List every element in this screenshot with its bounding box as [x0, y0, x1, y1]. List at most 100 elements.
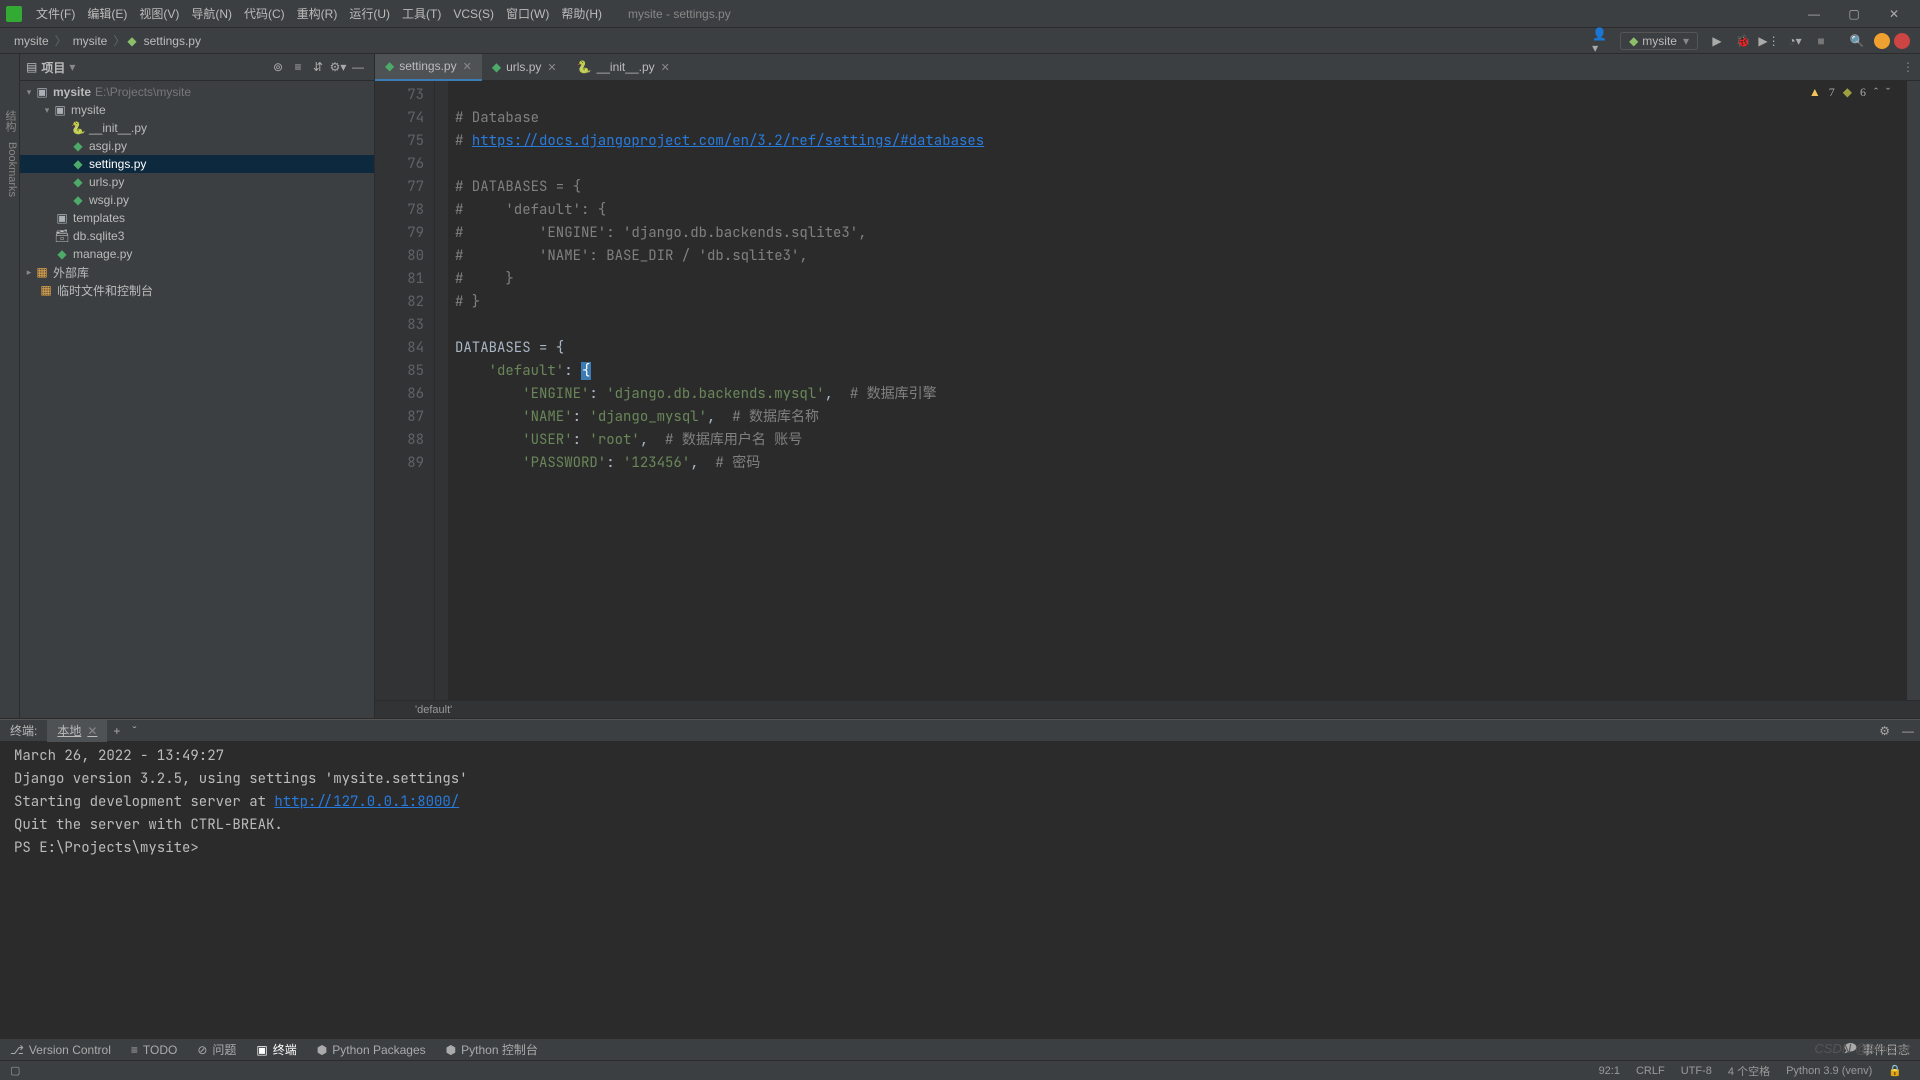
- menu-run[interactable]: 运行(U): [343, 5, 396, 22]
- tree-pkg[interactable]: ▾ ▣ mysite: [20, 101, 374, 119]
- chevron-down-icon[interactable]: ˇ: [1886, 85, 1890, 100]
- file-label: settings.py: [89, 157, 146, 171]
- debug-button[interactable]: 🐞: [1734, 32, 1752, 50]
- status-lock-icon[interactable]: 🔒: [1880, 1064, 1910, 1077]
- menu-vcs[interactable]: VCS(S): [447, 7, 500, 21]
- folder-icon: ▣: [52, 103, 68, 117]
- run-button[interactable]: ▶: [1708, 32, 1726, 50]
- close-icon[interactable]: ✕: [547, 61, 556, 74]
- tab-label: settings.py: [399, 59, 456, 73]
- terminal-icon: ▣: [256, 1043, 267, 1057]
- scratch-label: 临时文件和控制台: [57, 282, 153, 299]
- window-close-icon[interactable]: ✕: [1874, 7, 1914, 21]
- code-breadcrumb[interactable]: 'default': [375, 700, 1920, 718]
- django-file-icon: ◆: [70, 193, 86, 207]
- tab-settings[interactable]: ◆settings.py✕: [375, 54, 482, 81]
- menu-tools[interactable]: 工具(T): [396, 5, 447, 22]
- tree-file-settings[interactable]: ◆settings.py: [20, 155, 374, 173]
- menu-refactor[interactable]: 重构(R): [291, 5, 344, 22]
- hide-icon[interactable]: —: [1896, 724, 1920, 738]
- user-icon[interactable]: 👤▾: [1592, 32, 1610, 50]
- expand-icon[interactable]: ≡: [289, 60, 307, 74]
- tw-py-console[interactable]: ⬢Python 控制台: [436, 1041, 548, 1058]
- tree-manage[interactable]: ◆manage.py: [20, 245, 374, 263]
- close-icon[interactable]: ✕: [661, 61, 670, 74]
- fold-gutter[interactable]: [435, 81, 449, 700]
- tab-options-icon[interactable]: ⋮: [1896, 60, 1920, 74]
- error-stripe[interactable]: [1906, 81, 1920, 700]
- gear-icon[interactable]: ⚙▾: [329, 60, 347, 74]
- tree-file-urls[interactable]: ◆urls.py: [20, 173, 374, 191]
- locate-icon[interactable]: ⊚: [269, 60, 287, 74]
- notification-icon[interactable]: [1894, 33, 1910, 49]
- terminal-body[interactable]: March 26, 2022 - 13:49:27Django version …: [0, 741, 1920, 1038]
- file-label: manage.py: [73, 247, 132, 261]
- app-logo-icon: [6, 6, 22, 22]
- crumb-file[interactable]: settings.py: [140, 34, 205, 48]
- status-tool-icon[interactable]: ▢: [10, 1064, 20, 1077]
- tree-templates[interactable]: ▣templates: [20, 209, 374, 227]
- menu-window[interactable]: 窗口(W): [500, 5, 555, 22]
- add-terminal-button[interactable]: +: [107, 724, 126, 738]
- project-icon: ▤: [26, 60, 37, 74]
- console-icon: ⬢: [446, 1043, 456, 1057]
- editor-body[interactable]: ▲7 ◆6 ˆˇ 7374757677787980818283848586878…: [375, 81, 1920, 700]
- run-config-selector[interactable]: ◆ mysite ▾: [1620, 32, 1698, 50]
- menu-help[interactable]: 帮助(H): [555, 5, 608, 22]
- tree-scratch[interactable]: ▦临时文件和控制台: [20, 281, 374, 299]
- status-line-sep[interactable]: CRLF: [1628, 1065, 1673, 1077]
- tw-terminal[interactable]: ▣终端: [246, 1041, 306, 1058]
- tab-init[interactable]: 🐍__init__.py✕: [567, 54, 680, 81]
- tree-db[interactable]: 🗃db.sqlite3: [20, 227, 374, 245]
- terminal-options-icon[interactable]: ˇ: [126, 724, 142, 738]
- rail-structure[interactable]: 结构: [2, 110, 18, 132]
- menu-code[interactable]: 代码(C): [238, 5, 291, 22]
- window-minimize-icon[interactable]: —: [1794, 7, 1834, 21]
- crumb-pkg[interactable]: mysite: [69, 34, 112, 48]
- close-icon[interactable]: ✕: [463, 60, 472, 73]
- tw-todo[interactable]: ≡TODO: [121, 1043, 187, 1057]
- status-encoding[interactable]: UTF-8: [1673, 1065, 1720, 1077]
- project-tree[interactable]: ▾ ▣ mysite E:\Projects\mysite ▾ ▣ mysite…: [20, 81, 374, 718]
- tab-urls[interactable]: ◆urls.py✕: [482, 54, 567, 81]
- arrow-right-icon[interactable]: ▸: [24, 267, 34, 278]
- profile-button[interactable]: ◔▾: [1786, 32, 1804, 50]
- window-maximize-icon[interactable]: ▢: [1834, 7, 1874, 21]
- gear-icon[interactable]: ⚙: [1873, 724, 1896, 738]
- status-caret[interactable]: 92:1: [1591, 1065, 1628, 1077]
- stop-button[interactable]: ■: [1812, 32, 1830, 50]
- inspections-widget[interactable]: ▲7 ◆6 ˆˇ: [1809, 85, 1890, 100]
- close-icon[interactable]: ✕: [87, 724, 97, 738]
- avatar-icon[interactable]: [1874, 33, 1890, 49]
- menu-file[interactable]: 文件(F): [30, 5, 81, 22]
- tree-file-wsgi[interactable]: ◆wsgi.py: [20, 191, 374, 209]
- chevron-down-icon[interactable]: ▾: [69, 60, 75, 74]
- terminal-tab-local[interactable]: 本地✕: [47, 720, 107, 742]
- hide-icon[interactable]: —: [349, 60, 367, 74]
- tree-extlibs[interactable]: ▸▦外部库: [20, 263, 374, 281]
- status-python[interactable]: Python 3.9 (venv): [1778, 1065, 1880, 1077]
- tree-root[interactable]: ▾ ▣ mysite E:\Projects\mysite: [20, 83, 374, 101]
- menu-nav[interactable]: 导航(N): [185, 5, 238, 22]
- tw-vcs[interactable]: ⎇Version Control: [0, 1043, 121, 1057]
- db-file-icon: 🗃: [54, 229, 70, 243]
- code-area[interactable]: # Database# https://docs.djangoproject.c…: [449, 81, 1906, 700]
- run-coverage-button[interactable]: ▶⋮: [1760, 32, 1778, 50]
- collapse-icon[interactable]: ⇵: [309, 60, 327, 74]
- tw-problems[interactable]: ⊘问题: [187, 1041, 246, 1058]
- tree-file-asgi[interactable]: ◆asgi.py: [20, 137, 374, 155]
- status-indent[interactable]: 4 个空格: [1720, 1063, 1778, 1079]
- line-gutter[interactable]: 7374757677787980818283848586878889: [375, 81, 435, 700]
- rail-bookmarks[interactable]: Bookmarks: [2, 142, 18, 197]
- tree-file-init[interactable]: 🐍__init__.py: [20, 119, 374, 137]
- menu-view[interactable]: 视图(V): [133, 5, 185, 22]
- tw-py-packages[interactable]: ⬢Python Packages: [307, 1043, 436, 1057]
- arrow-down-icon[interactable]: ▾: [42, 105, 52, 116]
- arrow-down-icon[interactable]: ▾: [24, 87, 34, 98]
- folder-label: templates: [73, 211, 125, 225]
- chevron-up-icon[interactable]: ˆ: [1874, 85, 1878, 100]
- search-icon[interactable]: 🔍: [1848, 32, 1866, 50]
- menu-edit[interactable]: 编辑(E): [81, 5, 133, 22]
- todo-icon: ≡: [131, 1043, 138, 1057]
- crumb-root[interactable]: mysite: [10, 34, 53, 48]
